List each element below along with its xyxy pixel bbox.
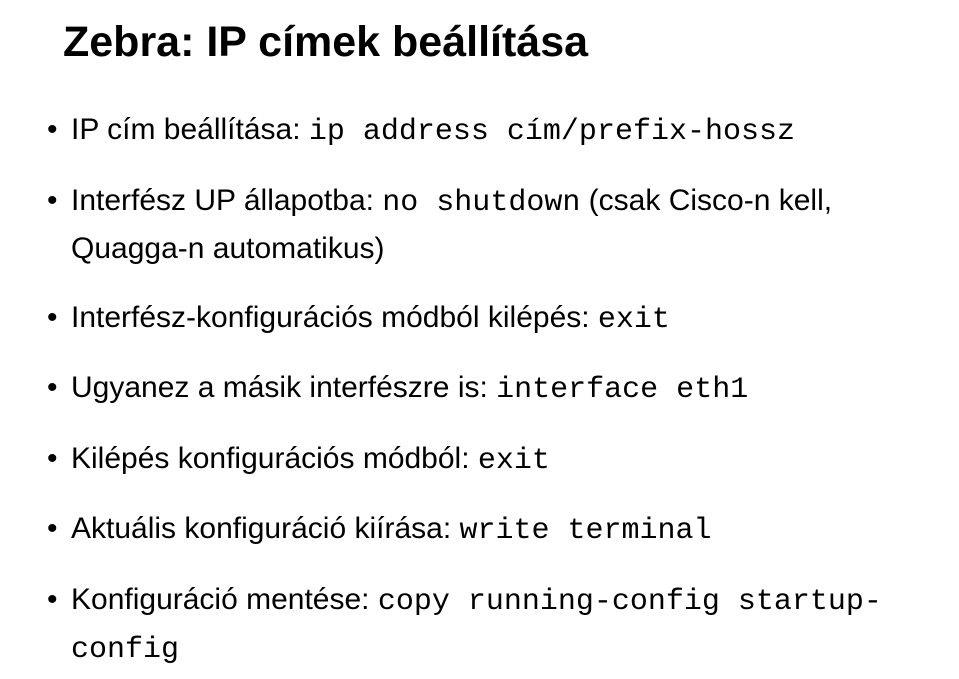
list-item: Interfész-konfigurációs módból kilépés: …	[45, 295, 914, 344]
list-item: Konfiguráció mentése: copy running-confi…	[45, 577, 914, 674]
bullet-text-pre: Aktuális konfiguráció kiírása:	[71, 512, 460, 545]
list-item: Interfész UP állapotba: no shutdown (csa…	[45, 178, 914, 273]
bullet-text-pre: Kilépés konfigurációs módból:	[71, 442, 478, 475]
list-item: Ugyanez a másik interfészre is: interfac…	[45, 365, 914, 414]
bullet-text-pre: IP cím beállítása:	[71, 113, 309, 146]
bullet-code: no shutdown	[382, 186, 580, 220]
slide-title: Zebra: IP címek beállítása	[63, 18, 914, 67]
list-item: IP cím beállítása: ip address cím/prefix…	[45, 107, 914, 156]
bullet-text-pre: Interfész-konfigurációs módból kilépés:	[71, 301, 598, 334]
bullet-text-pre: Konfiguráció mentése:	[71, 583, 378, 616]
list-item: Kilépés konfigurációs módból: exit	[45, 436, 914, 485]
bullet-code: ip address cím/prefix-hossz	[309, 115, 795, 149]
bullet-code: exit	[478, 444, 550, 478]
bullet-code: interface eth1	[496, 373, 748, 407]
list-item: Aktuális konfiguráció kiírása: write ter…	[45, 506, 914, 555]
bullet-list: IP cím beállítása: ip address cím/prefix…	[45, 107, 914, 674]
bullet-code: exit	[598, 303, 670, 337]
bullet-code: write terminal	[460, 514, 712, 548]
bullet-text-pre: Ugyanez a másik interfészre is:	[71, 371, 496, 404]
bullet-text-pre: Interfész UP állapotba:	[71, 184, 382, 217]
